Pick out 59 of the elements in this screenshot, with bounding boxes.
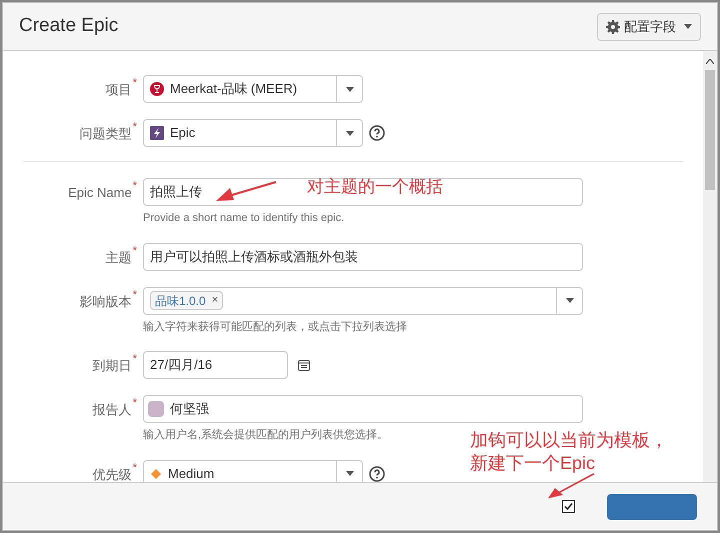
- field-label: 报告人: [92, 401, 132, 419]
- annotation-arrow: [547, 473, 595, 499]
- select-value: Meerkat-品味 (MEER): [170, 80, 298, 98]
- field-label: 优先级: [92, 466, 132, 482]
- required-mark: *: [132, 181, 137, 194]
- tag-label: 品味1.0.0: [155, 292, 206, 310]
- configure-fields-button[interactable]: 配置字段: [597, 12, 701, 40]
- dialog-title: Create Epic: [19, 14, 118, 38]
- required-mark: *: [132, 290, 137, 302]
- required-mark: *: [132, 354, 137, 367]
- date-field[interactable]: 27/四月/16: [143, 351, 288, 379]
- annotation-arrow: [215, 181, 277, 203]
- annotation-text: 新建下一个Epic: [470, 452, 596, 475]
- primary-button[interactable]: [607, 494, 697, 520]
- annotation-text: 对主题的一个概括: [307, 176, 443, 198]
- annotation-text: 加钩可以以当前为模板，: [470, 429, 668, 452]
- caret-icon: [346, 471, 354, 476]
- select-value: Medium: [168, 464, 214, 482]
- select-field[interactable]: Medium: [143, 460, 363, 482]
- wine-glass-icon: [150, 82, 164, 96]
- user-field[interactable]: 何坚强: [143, 395, 583, 423]
- version-tag[interactable]: 品味1.0.0 ×: [150, 291, 224, 310]
- checkmark-icon: [564, 502, 573, 511]
- lightning-icon: [150, 126, 164, 140]
- help-icon[interactable]: [369, 125, 385, 141]
- field-label: 问题类型: [80, 125, 132, 143]
- field-label: 到期日: [92, 357, 132, 375]
- select-field[interactable]: Meerkat-品味 (MEER): [143, 75, 363, 103]
- calendar-icon[interactable]: [298, 359, 310, 371]
- create-another-checkbox[interactable]: [562, 500, 575, 513]
- required-mark: *: [132, 398, 137, 411]
- version-picker[interactable]: 品味1.0.0 ×: [143, 286, 583, 314]
- text-field[interactable]: 用户可以拍照上传酒标或酒瓶外包装: [143, 242, 583, 270]
- field-label: Epic Name: [68, 184, 132, 202]
- field-label: 项目: [106, 81, 132, 99]
- caret-icon: [684, 24, 692, 29]
- required-mark: *: [132, 246, 137, 258]
- avatar-placeholder: [148, 401, 164, 417]
- field-hint: 输入用户名,系统会提供匹配的用户列表供您选择。: [143, 428, 388, 443]
- field-label: 主题: [106, 248, 132, 266]
- field-label: 影响版本: [80, 292, 132, 310]
- caret-icon: [346, 86, 354, 92]
- field-hint: Provide a short name to identify this epic.: [143, 211, 344, 226]
- priority-icon: [150, 468, 162, 480]
- gear-icon: [606, 20, 620, 34]
- caret-icon: [566, 298, 574, 303]
- scrollbar-thumb[interactable]: [705, 70, 715, 190]
- scrollbar[interactable]: [703, 51, 717, 482]
- help-icon[interactable]: [369, 466, 385, 482]
- select-field[interactable]: Epic: [143, 119, 363, 147]
- required-mark: *: [132, 462, 137, 476]
- scroll-up-icon[interactable]: [706, 59, 714, 64]
- required-mark: *: [132, 122, 137, 135]
- field-hint: 输入字符来获得可能匹配的列表，或点击下拉列表选择: [143, 320, 407, 334]
- required-mark: *: [132, 78, 137, 91]
- tag-remove[interactable]: ×: [212, 292, 218, 309]
- select-value: Epic: [170, 124, 196, 142]
- caret-icon: [346, 130, 354, 136]
- user-name: 何坚强: [170, 400, 209, 418]
